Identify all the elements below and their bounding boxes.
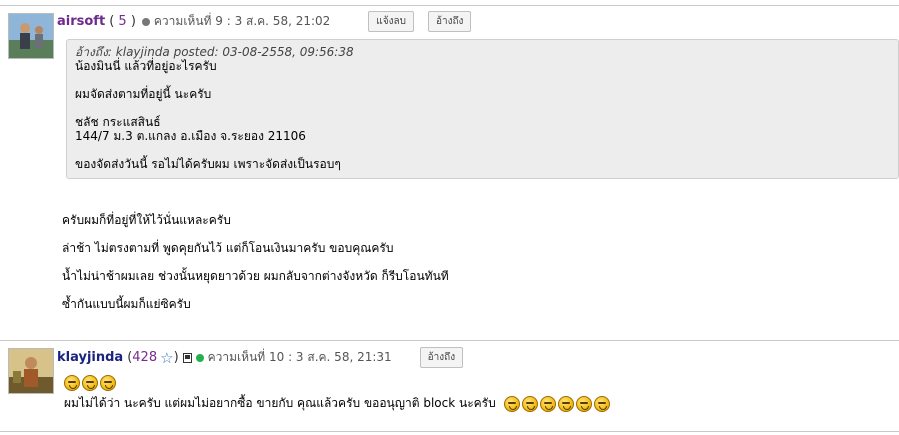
star-icon: ☆ <box>160 348 174 367</box>
sad-emoticon-icon <box>557 395 574 412</box>
emoticon-row <box>64 375 118 391</box>
post-header: klayjinda (428 ☆ ) ความเห็นที่ 10 : 3 ส.… <box>57 347 464 368</box>
quote-block: อ้างถึง: klayjinda posted: 03-08-2558, 0… <box>66 39 899 179</box>
sad-emoticon-icon <box>64 375 80 391</box>
emoticon-trail <box>503 395 612 412</box>
post-count: (428 <box>127 350 158 365</box>
sad-emoticon-icon <box>82 375 98 391</box>
body-line: ล่าช้า ไม่ตรงตามที่ พูดคุยกันไว้ แต่ก็โอ… <box>62 241 394 255</box>
quote-line: ผมจัดส่งตามที่อยู่นี้ นะครับ <box>75 87 212 101</box>
offline-status-icon <box>141 17 150 26</box>
sad-emoticon-icon <box>100 375 116 391</box>
bottom-divider <box>0 431 899 432</box>
quote-line: 144/7 ม.3 ต.แกลง อ.เมือง จ.ระยอง 21106 <box>75 129 306 143</box>
comment-meta: ความเห็นที่ 9 : 3 ส.ค. 58, 21:02 <box>153 14 331 28</box>
sad-emoticon-icon <box>593 395 610 412</box>
avatar[interactable] <box>8 13 54 59</box>
post-count-close: ) <box>173 350 179 365</box>
quote-button[interactable]: อ้างถึง <box>419 347 464 368</box>
comment-post-10: klayjinda (428 ☆ ) ความเห็นที่ 10 : 3 ส.… <box>0 341 899 435</box>
username[interactable]: airsoft <box>57 14 105 29</box>
post-body: ผมไม่ได้ว่า นะครับ แต่ผมไม่อยากซื้อ ขายก… <box>64 394 612 413</box>
body-line: น้ำไม่น่าช้าผมเลย ช่วงนั้นหยุดยาวด้วย ผม… <box>62 269 449 283</box>
username[interactable]: klayjinda <box>57 350 123 365</box>
quote-header: อ้างถึง: klayjinda posted: 03-08-2558, 0… <box>75 45 354 59</box>
online-status-icon <box>195 353 204 362</box>
sad-emoticon-icon <box>503 395 520 412</box>
post-count: ( 5 ) <box>109 14 136 29</box>
report-button[interactable]: แจ้งลบ <box>368 11 414 32</box>
quote-line: ของจัดส่งวันนี้ รอไม่ได้ครับผม เพราะจัดส… <box>75 157 341 171</box>
quote-line: ชลัช กระแสสินธ์ <box>75 115 161 129</box>
comment-meta: ความเห็นที่ 10 : 3 ส.ค. 58, 21:31 <box>207 350 392 364</box>
profile-icon[interactable] <box>182 352 192 363</box>
sad-emoticon-icon <box>539 395 556 412</box>
comment-post-9: airsoft ( 5 ) ความเห็นที่ 9 : 3 ส.ค. 58,… <box>0 0 899 340</box>
sad-emoticon-icon <box>575 395 592 412</box>
body-line: ผมไม่ได้ว่า นะครับ แต่ผมไม่อยากซื้อ ขายก… <box>64 396 496 410</box>
body-line: ครับผมก็ที่อยู่ที่ให้ไว้นั่นแหละครับ <box>62 213 231 227</box>
body-line: ซ้ำกันแบบนี้ผมก็แย่ซิครับ <box>62 297 191 311</box>
quote-line: น้องมินนี่ แล้วที่อยู่อะไรครับ <box>75 59 217 73</box>
avatar[interactable] <box>8 348 54 394</box>
post-header: airsoft ( 5 ) ความเห็นที่ 9 : 3 ส.ค. 58,… <box>57 11 472 32</box>
sad-emoticon-icon <box>521 395 538 412</box>
quote-button[interactable]: อ้างถึง <box>427 11 472 32</box>
